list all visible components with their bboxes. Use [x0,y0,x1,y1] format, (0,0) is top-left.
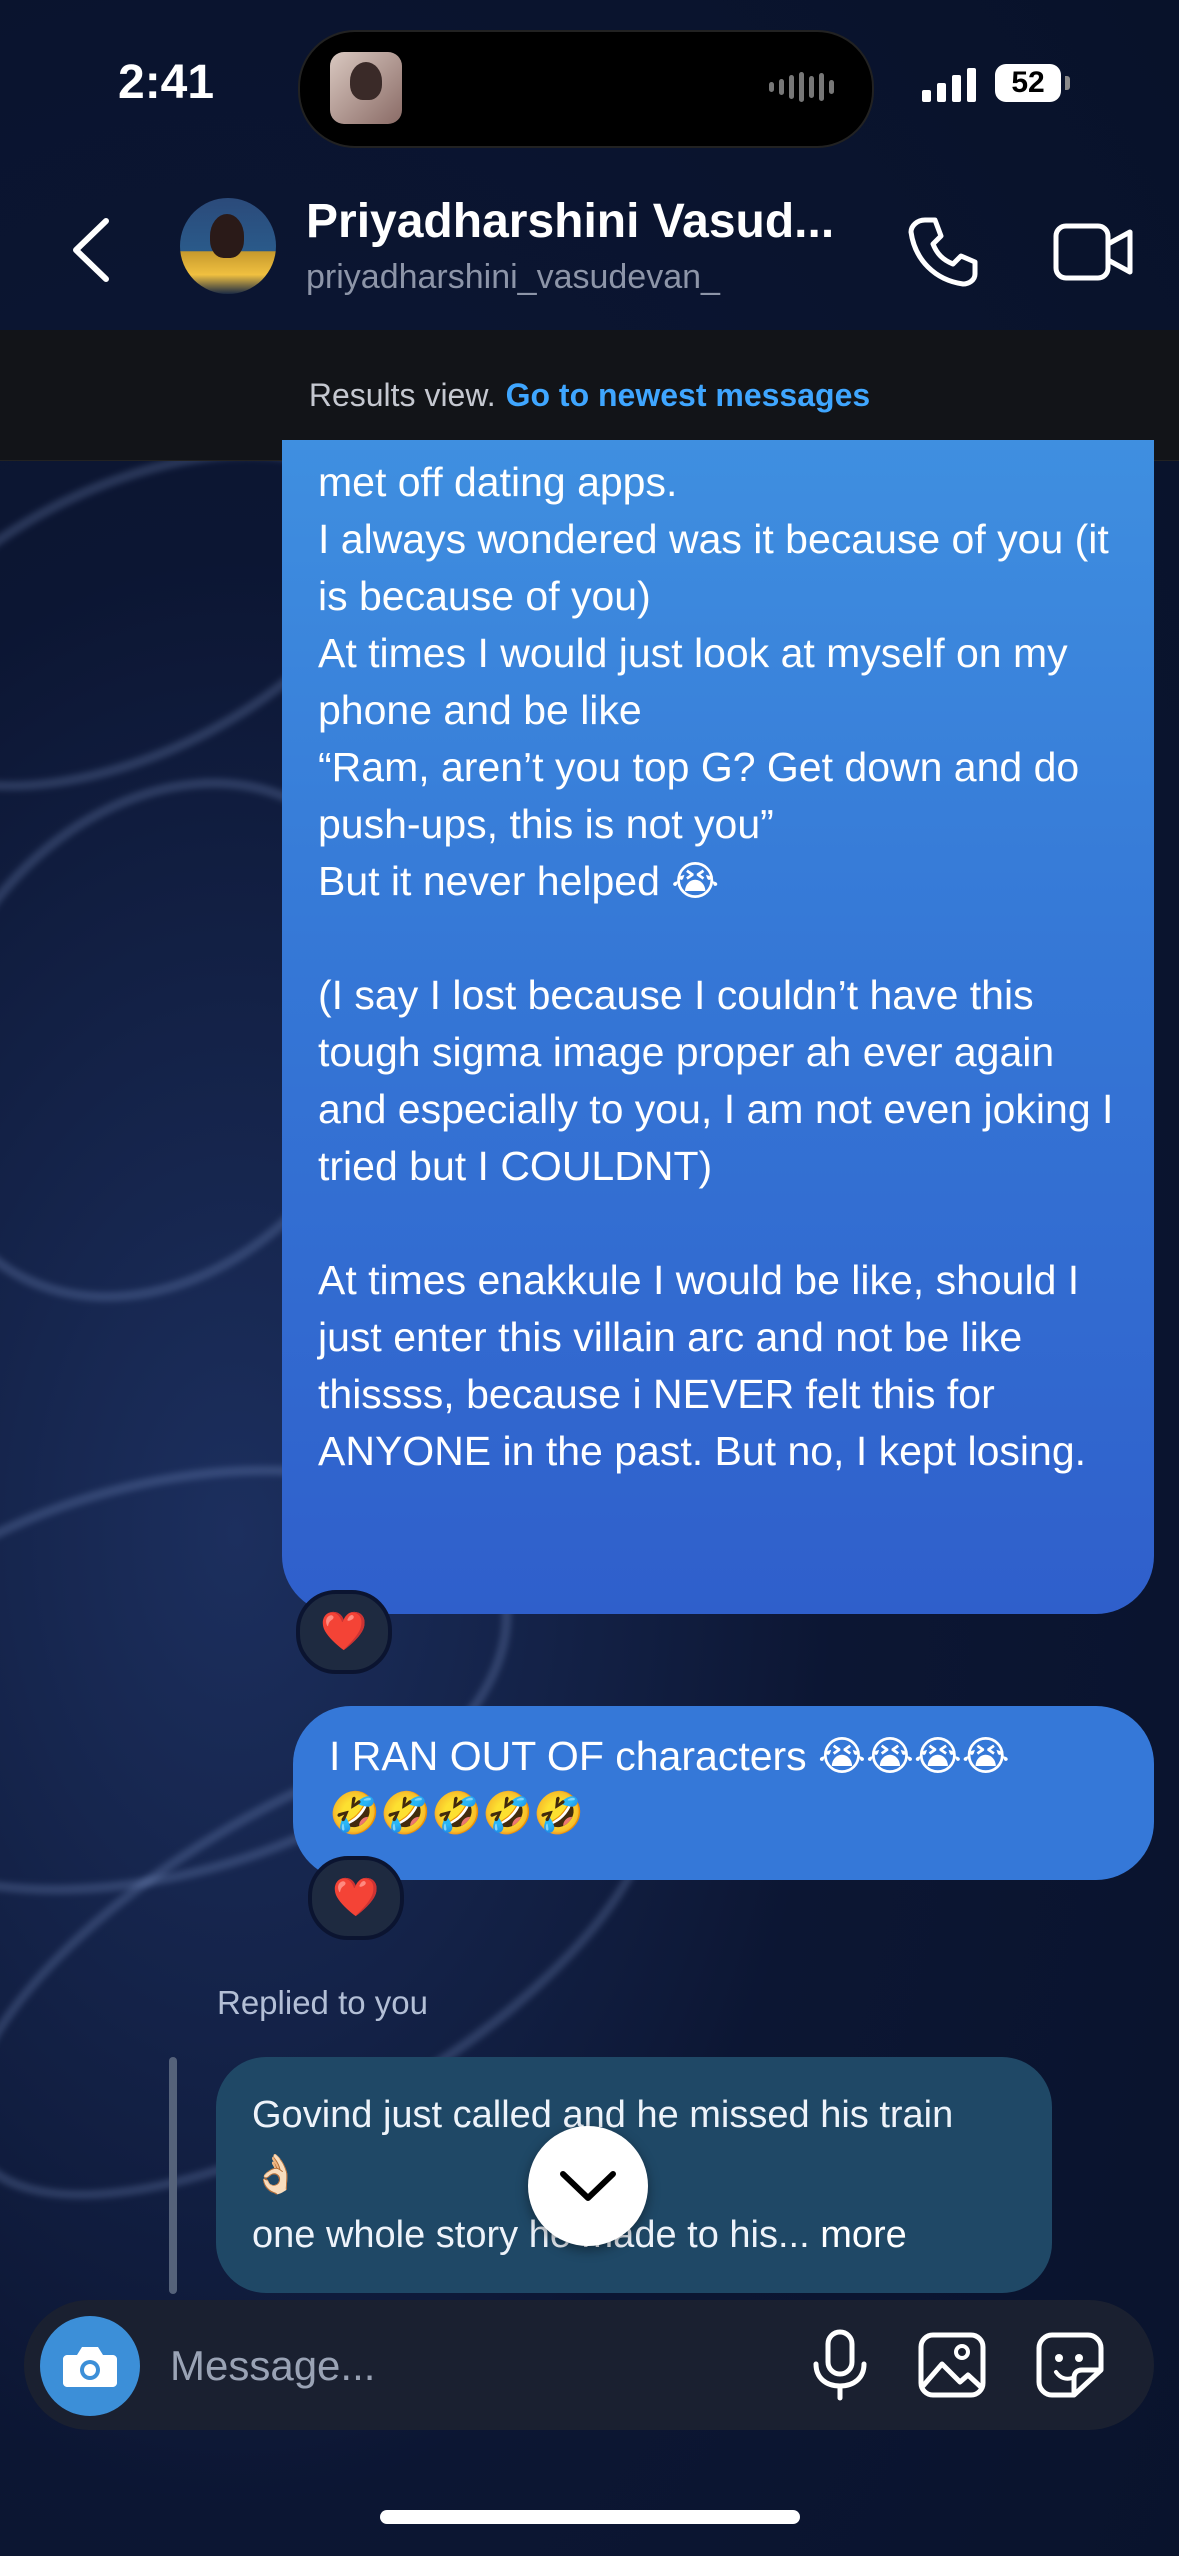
avatar[interactable] [180,198,276,294]
results-view-text: Results view. [308,376,496,413]
microphone-icon[interactable] [804,2328,876,2402]
dynamic-island[interactable] [298,30,874,148]
heart-reaction[interactable]: ❤️ [308,1856,404,1940]
phone-icon[interactable] [905,214,981,290]
heart-reaction[interactable]: ❤️ [296,1590,392,1674]
battery-indicator: 52 [995,64,1070,102]
sticker-icon[interactable] [1034,2330,1106,2400]
now-playing-thumbnail [330,52,402,124]
status-bar: 2:41 52 [0,0,1179,170]
reply-quote-line [169,2057,177,2294]
image-icon[interactable] [916,2330,988,2400]
video-camera-icon[interactable] [1052,218,1134,286]
go-to-newest-link[interactable]: Go to newest messages [506,377,871,414]
message-bubble[interactable]: met off dating apps. I always wondered w… [282,440,1154,1614]
contact-handle[interactable]: priyadharshini_vasudevan_ [306,258,720,297]
chat-screen: 2:41 52 Priyadharshini Vasud... priyadha… [0,0,1179,2556]
more-link[interactable]: more [810,2214,907,2256]
chevron-left-icon[interactable] [62,215,122,285]
camera-button[interactable] [40,2316,140,2416]
replied-to-label: Replied to you [217,1984,428,2021]
chevron-down-icon [560,2171,616,2201]
cellular-signal-icon [922,66,976,102]
contact-name[interactable]: Priyadharshini Vasud... [306,194,834,249]
status-time: 2:41 [118,56,215,109]
message-composer [24,2300,1154,2430]
camera-icon [63,2347,117,2387]
chat-header: Priyadharshini Vasud... priyadharshini_v… [0,170,1179,330]
scroll-to-bottom-button[interactable] [528,2126,648,2246]
message-bubble[interactable]: I RAN OUT OF characters 😭😭😭😭 🤣🤣🤣🤣🤣 [293,1706,1154,1880]
message-input[interactable] [168,2334,792,2398]
audio-wave-icon [769,72,834,102]
home-indicator[interactable] [380,2510,800,2524]
